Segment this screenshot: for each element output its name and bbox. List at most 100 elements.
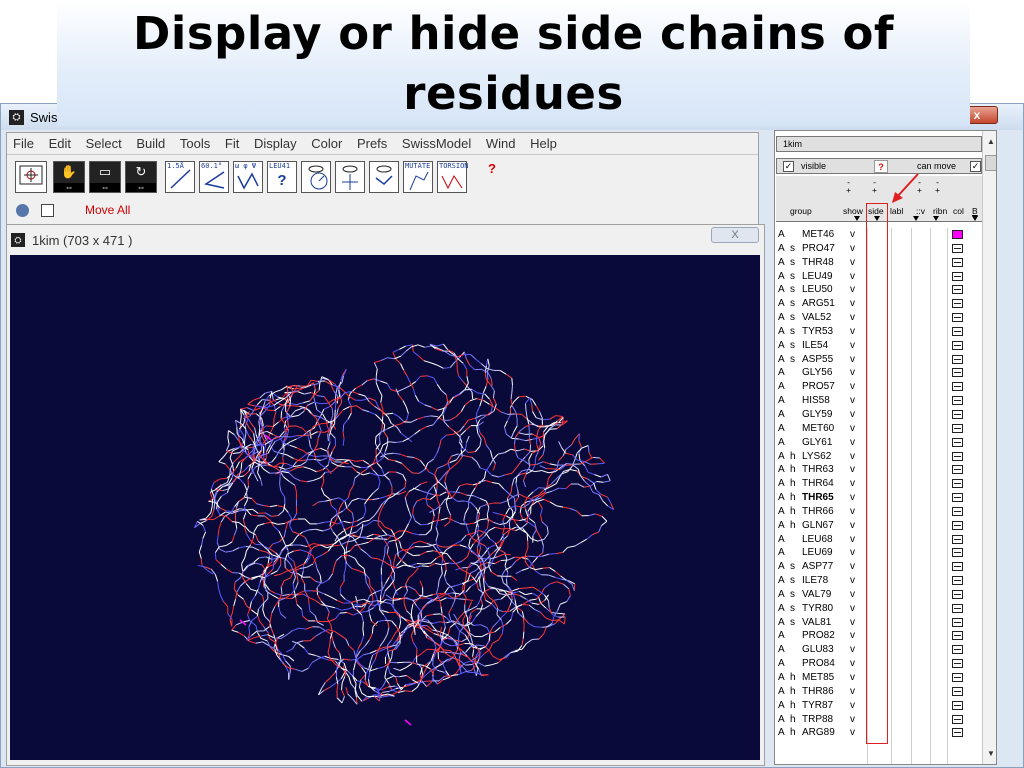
translate-button[interactable]: ✋ ⇔ xyxy=(53,161,85,193)
residue-color-swatch[interactable] xyxy=(952,368,963,378)
residue-color-swatch[interactable] xyxy=(952,423,963,433)
menu-color[interactable]: Color xyxy=(305,133,347,151)
zoom-button[interactable]: ▭ ⇔ xyxy=(89,161,121,193)
menu-file[interactable]: File xyxy=(7,133,39,151)
document-icon[interactable] xyxy=(41,204,55,218)
residue-show-toggle[interactable]: v xyxy=(850,671,855,684)
scroll-up-icon[interactable]: ▲ xyxy=(987,137,995,146)
graphic-window-close-button[interactable]: X xyxy=(711,227,759,243)
residue-color-swatch[interactable] xyxy=(952,479,963,489)
residue-color-swatch[interactable] xyxy=(952,686,963,696)
molecule-canvas[interactable] xyxy=(10,255,760,760)
residue-color-swatch[interactable] xyxy=(952,313,963,323)
scroll-thumb[interactable] xyxy=(985,155,996,171)
residue-color-swatch[interactable] xyxy=(952,562,963,572)
neighbors-button[interactable] xyxy=(301,161,331,193)
residue-show-toggle[interactable]: v xyxy=(850,270,855,283)
residue-show-toggle[interactable]: v xyxy=(850,256,855,269)
residue-show-toggle[interactable]: v xyxy=(850,491,855,504)
residue-show-toggle[interactable]: v xyxy=(850,339,855,352)
rotate-button[interactable]: ↻ ⇔ xyxy=(125,161,157,193)
residue-color-swatch[interactable] xyxy=(952,673,963,682)
residue-show-toggle[interactable]: v xyxy=(850,699,855,712)
menu-select[interactable]: Select xyxy=(80,133,127,151)
residue-show-toggle[interactable]: v xyxy=(850,602,855,615)
move-all-label[interactable]: Move All xyxy=(85,203,130,217)
residue-color-swatch[interactable] xyxy=(952,659,963,669)
menu-edit[interactable]: Edit xyxy=(43,133,76,151)
can-move-checkbox[interactable]: ✓ xyxy=(970,161,981,172)
residue-show-toggle[interactable]: v xyxy=(850,228,855,241)
menu-swissmodel[interactable]: SwissModel xyxy=(396,133,476,151)
torsion-angle-button[interactable]: ω φ Ψ xyxy=(233,161,263,193)
residue-color-swatch[interactable] xyxy=(952,230,963,239)
scroll-down-icon[interactable]: ▼ xyxy=(987,749,995,758)
residue-color-swatch[interactable] xyxy=(952,451,963,461)
visible-checkbox[interactable]: ✓ xyxy=(783,161,794,172)
residue-show-toggle[interactable]: v xyxy=(850,546,855,559)
residue-color-swatch[interactable] xyxy=(952,257,963,267)
ribbon-toggle-icon[interactable]: - + xyxy=(935,178,940,195)
residue-show-toggle[interactable]: v xyxy=(850,477,855,490)
menu-wind[interactable]: Wind xyxy=(480,133,521,151)
residue-color-swatch[interactable] xyxy=(952,728,963,738)
distance-button[interactable]: 1.5Å xyxy=(165,161,195,193)
residue-show-toggle[interactable]: v xyxy=(850,353,855,366)
identify-button[interactable]: LEU41 ? xyxy=(267,161,297,193)
residue-color-swatch[interactable] xyxy=(952,548,963,558)
menu-prefs[interactable]: Prefs xyxy=(351,133,392,151)
residue-color-swatch[interactable] xyxy=(952,382,963,392)
residue-show-toggle[interactable]: v xyxy=(850,380,855,393)
residue-color-swatch[interactable] xyxy=(952,576,963,586)
menu-fit[interactable]: Fit xyxy=(219,133,244,151)
residue-show-toggle[interactable]: v xyxy=(850,519,855,532)
residue-show-toggle[interactable]: v xyxy=(850,629,855,642)
residue-color-swatch[interactable] xyxy=(952,520,963,530)
residue-color-swatch[interactable] xyxy=(952,354,963,364)
torsion-tool-button[interactable]: TORSION xyxy=(437,161,469,193)
menu-help[interactable]: Help xyxy=(524,133,562,151)
menu-tools[interactable]: Tools xyxy=(174,133,215,151)
residue-show-toggle[interactable]: v xyxy=(850,450,855,463)
residue-color-swatch[interactable] xyxy=(952,603,963,613)
residue-show-toggle[interactable]: v xyxy=(850,408,855,421)
residue-show-toggle[interactable]: v xyxy=(850,366,855,379)
residue-show-toggle[interactable]: v xyxy=(850,685,855,698)
residue-show-toggle[interactable]: v xyxy=(850,657,855,670)
residue-color-swatch[interactable] xyxy=(952,299,963,309)
residue-color-swatch[interactable] xyxy=(952,714,963,724)
residue-show-toggle[interactable]: v xyxy=(850,297,855,310)
residue-show-toggle[interactable]: v xyxy=(850,505,855,518)
residue-color-swatch[interactable] xyxy=(952,645,963,655)
residue-color-swatch[interactable] xyxy=(952,534,963,544)
residue-show-toggle[interactable]: v xyxy=(850,574,855,587)
residue-color-swatch[interactable] xyxy=(952,271,963,281)
fix-atom-button[interactable] xyxy=(369,161,399,193)
residue-color-swatch[interactable] xyxy=(952,437,963,447)
angle-button[interactable]: 60.1° xyxy=(199,161,229,193)
residue-show-toggle[interactable]: v xyxy=(850,311,855,324)
menu-display[interactable]: Display xyxy=(248,133,302,151)
show-toggle-icon[interactable]: - + xyxy=(846,178,851,195)
residue-color-swatch[interactable] xyxy=(952,285,963,295)
residue-color-swatch[interactable] xyxy=(952,617,963,627)
residue-show-toggle[interactable]: v xyxy=(850,588,855,601)
control-panel-scrollbar[interactable]: ▲ ▼ xyxy=(982,131,996,764)
residue-show-toggle[interactable]: v xyxy=(850,283,855,296)
residue-color-swatch[interactable] xyxy=(952,243,963,253)
residue-color-swatch[interactable] xyxy=(952,409,963,419)
residue-color-swatch[interactable] xyxy=(952,340,963,350)
residue-show-toggle[interactable]: v xyxy=(850,560,855,573)
help-icon[interactable]: ? xyxy=(488,161,496,176)
menu-build[interactable]: Build xyxy=(130,133,170,151)
residue-color-swatch[interactable] xyxy=(952,506,963,516)
mutate-button[interactable]: MUTATE xyxy=(403,161,433,193)
residue-show-toggle[interactable]: v xyxy=(850,463,855,476)
side-toggle-icon[interactable]: - + xyxy=(872,178,877,195)
residue-color-swatch[interactable] xyxy=(952,493,963,503)
residue-show-toggle[interactable]: v xyxy=(850,726,855,739)
residue-color-swatch[interactable] xyxy=(952,465,963,475)
center-atom-button[interactable] xyxy=(335,161,365,193)
residue-show-toggle[interactable]: v xyxy=(850,713,855,726)
residue-show-toggle[interactable]: v xyxy=(850,616,855,629)
